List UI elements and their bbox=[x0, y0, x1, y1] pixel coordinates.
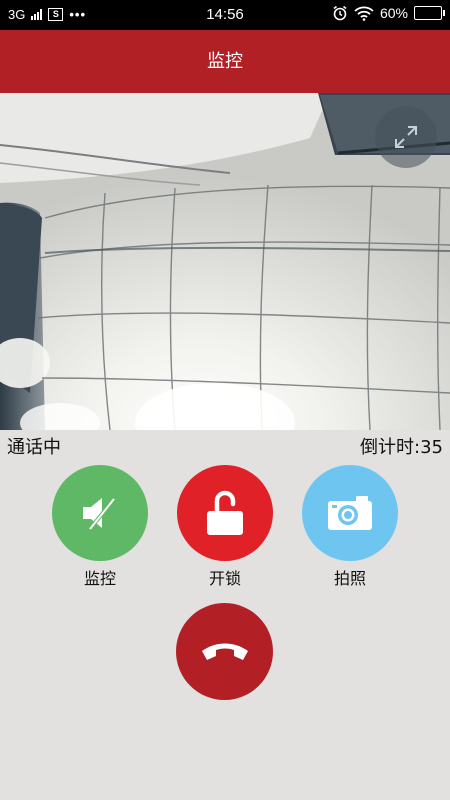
wifi-icon bbox=[354, 6, 374, 21]
photo-button-circle[interactable] bbox=[302, 465, 398, 561]
monitor-button[interactable]: 监控 bbox=[50, 465, 150, 589]
photo-label: 拍照 bbox=[333, 569, 366, 588]
status-bar: 3G S ••• 14:56 60% bbox=[0, 0, 450, 30]
monitor-label: 监控 bbox=[83, 569, 116, 588]
unlock-icon bbox=[207, 490, 243, 535]
battery-percent: 60% bbox=[379, 5, 408, 21]
monitor-button-circle[interactable] bbox=[52, 465, 148, 561]
countdown-timer: 倒计时:35 bbox=[360, 437, 443, 458]
title-bar: 监控 bbox=[0, 30, 450, 93]
page-title: 监控 bbox=[207, 51, 243, 72]
call-status: 通话中 bbox=[7, 437, 61, 458]
status-left: 3G S ••• bbox=[8, 7, 86, 22]
unlock-button-circle[interactable] bbox=[177, 465, 273, 561]
expand-icon bbox=[395, 126, 417, 148]
video-feed[interactable] bbox=[0, 93, 450, 430]
unlock-button[interactable]: 开锁 bbox=[175, 465, 275, 589]
camera-icon bbox=[328, 496, 372, 530]
fullscreen-button[interactable] bbox=[375, 106, 437, 168]
status-right: 60% bbox=[332, 5, 445, 21]
sim-icon: S bbox=[48, 8, 64, 21]
signal-icon bbox=[31, 9, 43, 20]
photo-button[interactable]: 拍照 bbox=[300, 465, 400, 589]
hang-up-button[interactable] bbox=[176, 603, 273, 700]
more-notifications-icon: ••• bbox=[69, 7, 86, 22]
network-type: 3G bbox=[8, 7, 26, 22]
hang-up-icon bbox=[201, 643, 248, 660]
alarm-icon bbox=[333, 5, 347, 21]
speaker-mute-icon bbox=[83, 497, 116, 531]
unlock-label: 开锁 bbox=[208, 569, 241, 588]
battery-icon bbox=[414, 6, 445, 20]
